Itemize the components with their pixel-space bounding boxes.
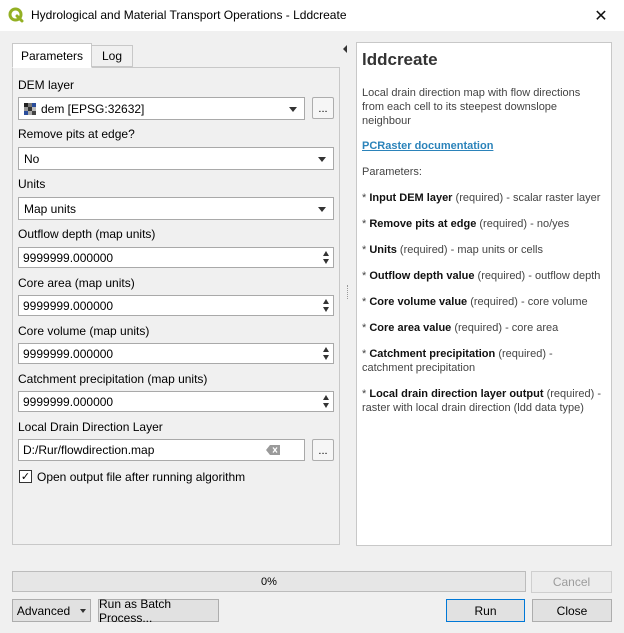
spin-down-icon[interactable]: [322, 259, 329, 264]
ldd-browse-button[interactable]: ...: [312, 439, 334, 461]
chevron-down-icon: [318, 157, 326, 162]
progress-bar: 0%: [12, 571, 526, 592]
pcraster-docs-link[interactable]: PCRaster documentation: [362, 140, 605, 152]
spin-up-icon[interactable]: [322, 251, 329, 256]
units-label: Units: [18, 177, 46, 191]
spin-up-icon[interactable]: [322, 299, 329, 304]
help-param-name: Outflow depth value: [369, 270, 475, 282]
help-param-name: Core area value: [369, 322, 452, 334]
chevron-down-icon: [289, 107, 297, 112]
ldd-output-input[interactable]: D:/Rur/flowdirection.map: [18, 439, 305, 461]
chevron-down-icon: [318, 207, 326, 212]
dem-browse-button[interactable]: ...: [312, 97, 334, 119]
remove-pits-value: No: [24, 151, 40, 166]
spin-buttons[interactable]: [319, 249, 332, 266]
help-param-item: * Remove pits at edge (required) - no/ye…: [362, 218, 570, 230]
ldd-output-label: Local Drain Direction Layer: [18, 420, 163, 434]
outflow-depth-value: 9999999.000000: [23, 250, 114, 265]
core-volume-value: 9999999.000000: [23, 346, 114, 361]
help-description: Local drain direction map with flow dire…: [362, 87, 581, 127]
ldd-output-value: D:/Rur/flowdirection.map: [23, 443, 155, 457]
chevron-down-icon: [80, 608, 87, 613]
help-param-item: * Core area value (required) - core area: [362, 322, 559, 334]
tab-parameters[interactable]: Parameters: [12, 43, 92, 68]
dem-layer-value: dem [EPSG:32632]: [41, 101, 145, 116]
advanced-label: Advanced: [16, 603, 71, 618]
core-area-input[interactable]: 9999999.000000: [18, 295, 334, 316]
clear-field-icon[interactable]: [266, 445, 280, 455]
raster-layer-icon: [24, 102, 36, 115]
help-param-name: Core volume value: [369, 296, 468, 308]
tab-log[interactable]: Log: [91, 45, 133, 67]
title-bar: Hydrological and Material Transport Oper…: [0, 0, 624, 31]
help-param-item: * Core volume value (required) - core vo…: [362, 296, 588, 308]
core-volume-input[interactable]: 9999999.000000: [18, 343, 334, 364]
spin-down-icon[interactable]: [322, 403, 329, 408]
help-param-desc: (required) - core area: [454, 322, 559, 334]
outflow-depth-input[interactable]: 9999999.000000: [18, 247, 334, 268]
splitter-handle[interactable]: [347, 285, 349, 299]
open-output-checkbox[interactable]: ✓: [19, 470, 32, 483]
help-param-desc: (required) - core volume: [470, 296, 588, 308]
help-param-name: Catchment precipitation: [369, 348, 496, 360]
help-title: lddcreate: [362, 50, 438, 69]
spin-buttons[interactable]: [319, 393, 332, 410]
run-batch-button[interactable]: Run as Batch Process...: [98, 597, 219, 625]
spin-down-icon[interactable]: [322, 355, 329, 360]
help-param-list: * Input DEM layer (required) - scalar ra…: [362, 191, 605, 415]
close-button[interactable]: Close: [532, 599, 612, 622]
cancel-button[interactable]: Cancel: [531, 571, 612, 593]
spin-up-icon[interactable]: [322, 395, 329, 400]
core-area-value: 9999999.000000: [23, 298, 114, 313]
catchment-precip-input[interactable]: 9999999.000000: [18, 391, 334, 412]
spin-up-icon[interactable]: [322, 347, 329, 352]
spin-buttons[interactable]: [319, 345, 332, 362]
help-param-item: * Catchment precipitation (required) - c…: [362, 348, 553, 374]
core-area-label: Core area (map units): [18, 276, 135, 290]
help-param-item: * Local drain direction layer output (re…: [362, 388, 602, 414]
window-title: Hydrological and Material Transport Oper…: [31, 8, 347, 22]
catchment-precip-value: 9999999.000000: [23, 394, 114, 409]
spin-buttons[interactable]: [319, 297, 332, 314]
catchment-precip-label: Catchment precipitation (map units): [18, 372, 208, 386]
collapse-arrow-icon[interactable]: [343, 45, 347, 53]
units-combo[interactable]: Map units: [18, 197, 334, 220]
help-param-name: Units: [369, 244, 397, 256]
help-param-item: * Outflow depth value (required) - outfl…: [362, 270, 601, 282]
help-param-name: Local drain direction layer output: [369, 388, 544, 400]
units-value: Map units: [24, 201, 77, 216]
progress-text: 0%: [261, 575, 277, 588]
help-param-desc: (required) - outflow depth: [477, 270, 601, 282]
spin-down-icon[interactable]: [322, 307, 329, 312]
core-volume-label: Core volume (map units): [18, 324, 150, 338]
qgis-logo-icon: [8, 7, 24, 23]
outflow-depth-label: Outflow depth (map units): [18, 227, 156, 241]
advanced-button[interactable]: Advanced: [12, 599, 91, 622]
help-param-item: * Input DEM layer (required) - scalar ra…: [362, 192, 601, 204]
ldd-browse-label: ...: [318, 445, 328, 457]
help-params-heading: Parameters:: [362, 166, 422, 178]
remove-pits-combo[interactable]: No: [18, 147, 334, 170]
remove-pits-label: Remove pits at edge?: [18, 127, 135, 141]
dem-layer-combo[interactable]: dem [EPSG:32632]: [18, 97, 305, 120]
dem-layer-label: DEM layer: [18, 78, 75, 92]
help-param-name: Remove pits at edge: [369, 218, 477, 230]
help-param-desc: (required) - scalar raster layer: [455, 192, 601, 204]
help-panel: lddcreate Local drain direction map with…: [356, 42, 612, 546]
help-param-item: * Units (required) - map units or cells: [362, 244, 543, 256]
open-output-label: Open output file after running algorithm: [37, 470, 246, 484]
help-param-desc: (required) - map units or cells: [399, 244, 543, 256]
help-param-name: Input DEM layer: [369, 192, 453, 204]
help-param-desc: (required) - no/yes: [479, 218, 570, 230]
run-button[interactable]: Run: [446, 599, 525, 622]
window-close-button[interactable]: ✕: [578, 0, 624, 31]
